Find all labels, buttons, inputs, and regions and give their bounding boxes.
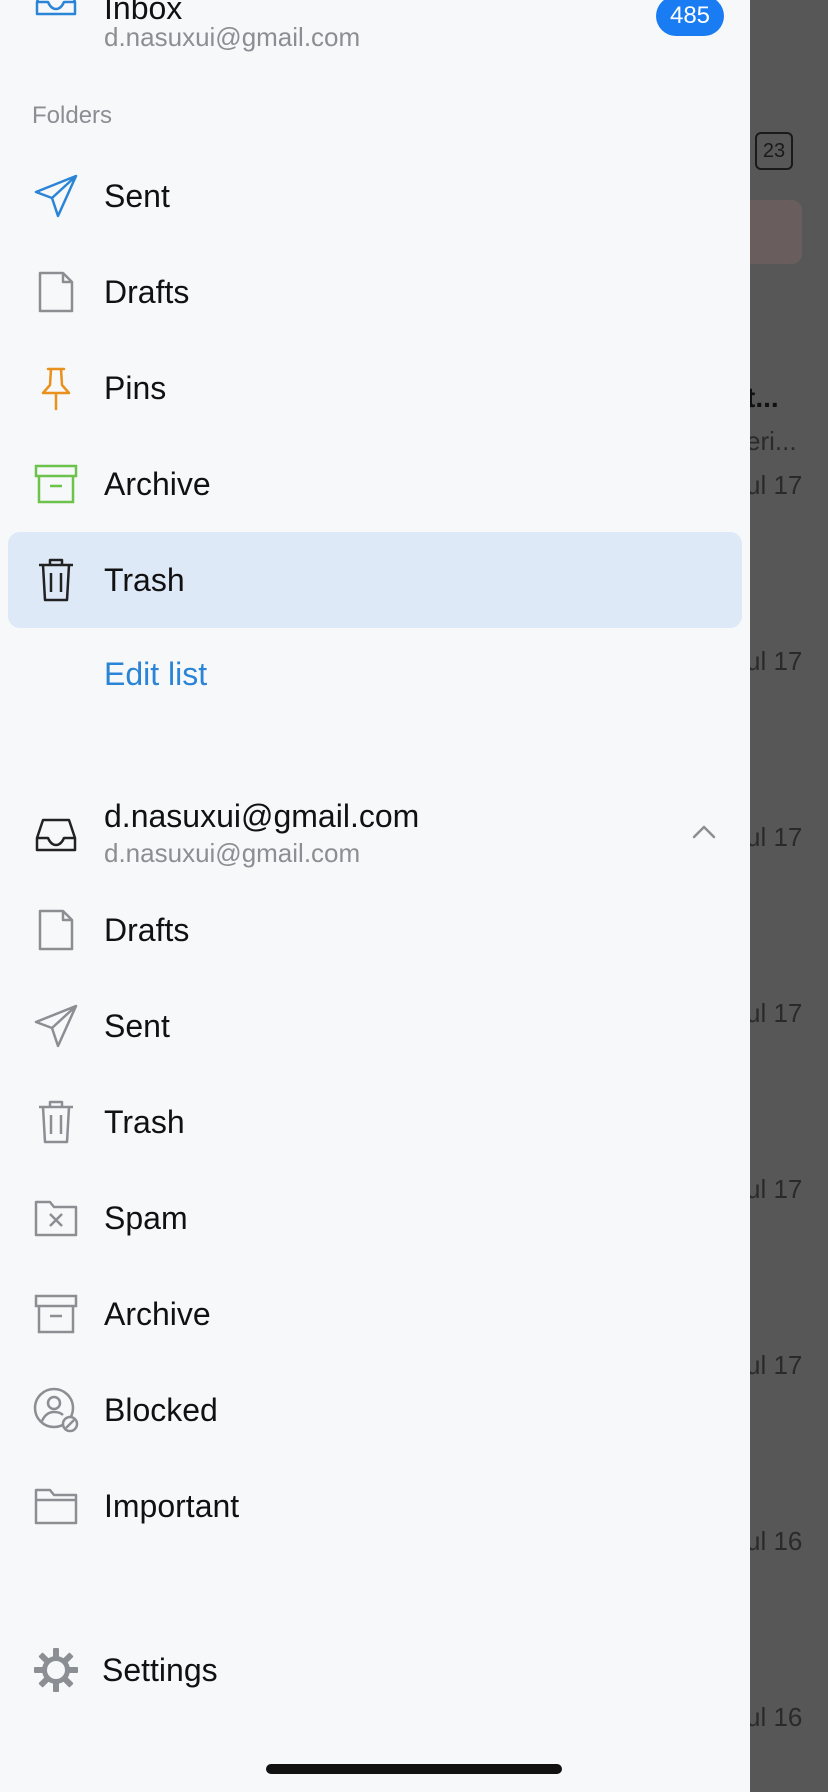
account-item-label: Trash	[104, 1103, 185, 1140]
blocked-user-icon	[30, 1384, 82, 1436]
background-date: ul 16	[746, 1526, 803, 1556]
account-item-blocked[interactable]: Blocked	[0, 1362, 750, 1458]
folder-label: Drafts	[104, 273, 190, 310]
draft-icon	[30, 266, 82, 318]
folders-section-title: Folders	[32, 102, 113, 129]
account-title: d.nasuxui@gmail.com	[104, 798, 420, 834]
chevron-up-icon[interactable]	[690, 818, 718, 846]
draft-icon	[30, 904, 82, 956]
folder-icon	[30, 1480, 82, 1532]
account-item-trash[interactable]: Trash	[0, 1074, 750, 1170]
send-icon	[30, 170, 82, 222]
home-indicator[interactable]	[266, 1764, 562, 1774]
archive-icon	[30, 1288, 82, 1340]
pin-icon	[30, 362, 82, 414]
trash-icon	[30, 554, 82, 606]
account-item-label: Blocked	[104, 1391, 218, 1428]
navigation-drawer: Inbox d.nasuxui@gmail.com 485 Folders Se…	[0, 0, 750, 1792]
background-message-list	[750, 0, 828, 1792]
background-date: ul 17	[746, 1350, 803, 1380]
folder-item-trash[interactable]: Trash	[8, 532, 742, 628]
folder-item-archive[interactable]: Archive	[0, 436, 750, 532]
folder-label: Archive	[104, 465, 211, 502]
account-item-label: Drafts	[104, 911, 190, 948]
archive-icon	[30, 458, 82, 510]
edit-list-button[interactable]: Edit list	[104, 656, 207, 693]
background-search-bar	[750, 200, 802, 264]
folder-label: Pins	[104, 369, 167, 406]
account-item-label: Sent	[104, 1007, 170, 1044]
folder-item-sent[interactable]: Sent	[0, 148, 750, 244]
background-preview: eri...	[746, 426, 797, 456]
folder-label: Trash	[104, 561, 185, 598]
account-item-archive[interactable]: Archive	[0, 1266, 750, 1362]
background-date: ul 16	[746, 1702, 803, 1732]
folder-item-drafts[interactable]: Drafts	[0, 244, 750, 340]
background-date: ul 17	[746, 822, 803, 852]
background-date: ul 17	[746, 1174, 803, 1204]
inbox-icon	[30, 0, 82, 26]
inbox-icon	[30, 810, 82, 862]
account-email: d.nasuxui@gmail.com	[104, 838, 361, 868]
account-item-sent[interactable]: Sent	[0, 978, 750, 1074]
account-item-drafts[interactable]: Drafts	[0, 882, 750, 978]
account-item-label: Archive	[104, 1295, 211, 1332]
inbox-email: d.nasuxui@gmail.com	[104, 22, 361, 52]
send-icon	[30, 1000, 82, 1052]
background-date: ul 17	[746, 998, 803, 1028]
trash-icon	[30, 1096, 82, 1148]
settings-row[interactable]: Settings	[0, 1622, 750, 1718]
spam-icon	[30, 1192, 82, 1244]
folder-label: Sent	[104, 177, 170, 214]
calendar-day: 23	[762, 139, 786, 162]
account-item-label: Spam	[104, 1199, 188, 1236]
account-item-spam[interactable]: Spam	[0, 1170, 750, 1266]
account-item-important[interactable]: Important	[0, 1458, 750, 1554]
background-date: ul 17	[746, 470, 803, 500]
background-date: ul 17	[746, 646, 803, 676]
background-subject: t...	[746, 382, 779, 413]
gear-icon	[30, 1644, 82, 1696]
account-item-label: Important	[104, 1487, 240, 1524]
settings-label: Settings	[102, 1651, 218, 1688]
unread-count-badge: 485	[656, 0, 724, 36]
calendar-icon[interactable]: 23	[755, 132, 793, 170]
folder-item-pins[interactable]: Pins	[0, 340, 750, 436]
